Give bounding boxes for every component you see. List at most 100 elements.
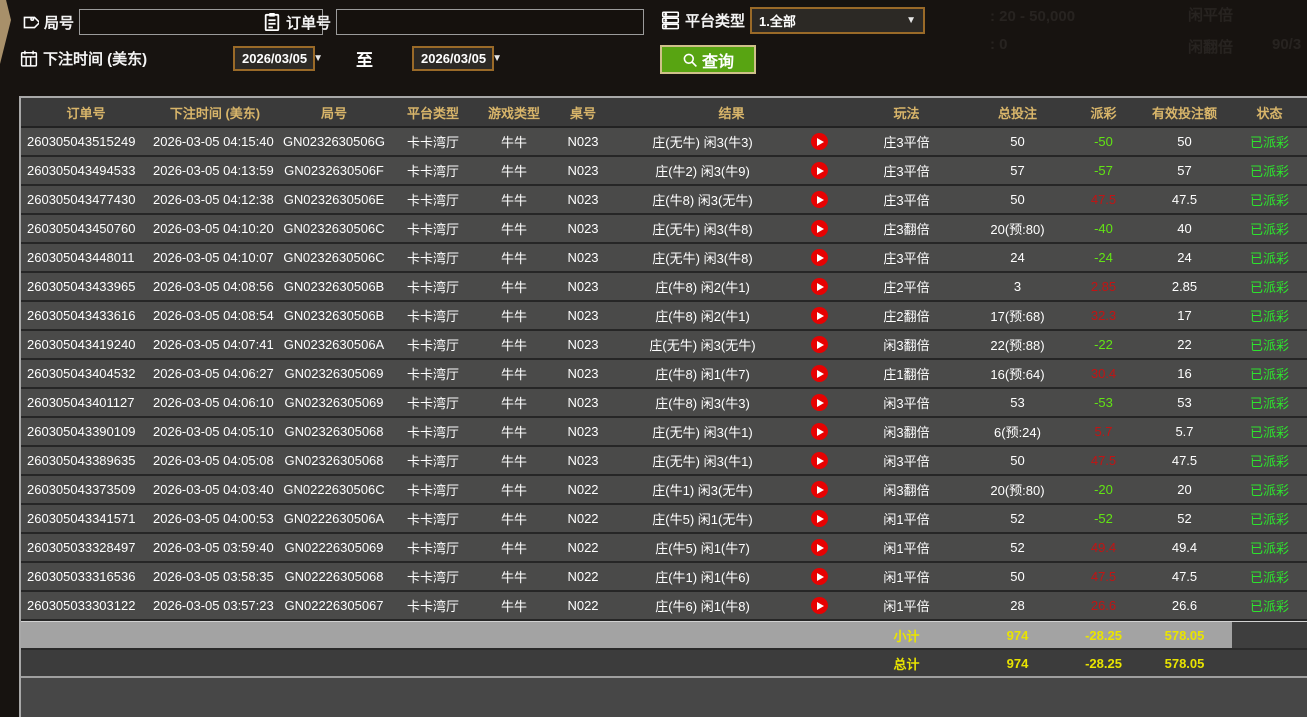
col-order-id: 订单号 xyxy=(21,98,151,126)
total-valid-bet: 578.05 xyxy=(1137,650,1232,676)
cell-status: 已派彩 xyxy=(1232,273,1307,300)
cell-order-id: 260305043450760 xyxy=(21,215,151,242)
bet-time-label: 下注时间 (美东) xyxy=(43,48,147,69)
cell-round-id: GN0222630506C xyxy=(279,476,389,503)
replay-video-icon[interactable] xyxy=(811,220,828,237)
cell-valid-bet: 52 xyxy=(1137,505,1232,532)
cell-game-type: 牛牛 xyxy=(477,418,551,445)
replay-video-icon[interactable] xyxy=(811,597,828,614)
table-row: 260305043419240 2026-03-05 04:07:41 GN02… xyxy=(21,331,1307,360)
game-no-label: 局号 xyxy=(44,12,74,33)
replay-video-icon[interactable] xyxy=(811,249,828,266)
cell-round-id: GN0232630506B xyxy=(279,273,389,300)
col-round-id: 局号 xyxy=(279,98,389,126)
cell-payout: -57 xyxy=(1070,157,1137,184)
replay-video-icon[interactable] xyxy=(811,278,828,295)
cell-bet-time: 2026-03-05 04:00:53 xyxy=(151,505,279,532)
table-row: 260305043341571 2026-03-05 04:00:53 GN02… xyxy=(21,505,1307,534)
col-total-bet: 总投注 xyxy=(965,98,1070,126)
col-valid-bet: 有效投注额 xyxy=(1137,98,1232,126)
query-button[interactable]: 查询 xyxy=(660,45,756,74)
calendar-icon xyxy=(20,49,38,68)
cell-round-id: GN0232630506E xyxy=(279,186,389,213)
replay-video-icon[interactable] xyxy=(811,481,828,498)
replay-video-icon[interactable] xyxy=(811,539,828,556)
cell-status: 已派彩 xyxy=(1232,447,1307,474)
replay-video-icon[interactable] xyxy=(811,423,828,440)
cell-bet-time: 2026-03-05 04:08:56 xyxy=(151,273,279,300)
subtotal-row: 小计 974 -28.25 578.05 xyxy=(21,621,1307,648)
chevron-down-icon: ▼ xyxy=(492,53,502,64)
col-result: 结果 xyxy=(615,98,848,126)
cell-table-no: N023 xyxy=(551,244,615,271)
cell-total-bet: 24 xyxy=(965,244,1070,271)
date-from-select[interactable]: 2026/03/05 ▼ xyxy=(233,46,315,71)
replay-video-icon[interactable] xyxy=(811,510,828,527)
order-no-input[interactable] xyxy=(336,9,644,35)
cell-round-id: GN02326305068 xyxy=(279,418,389,445)
cell-round-id: GN0232630506G xyxy=(279,128,389,155)
cell-order-id: 260305043401127 xyxy=(21,389,151,416)
table-row: 260305043390109 2026-03-05 04:05:10 GN02… xyxy=(21,418,1307,447)
replay-video-icon[interactable] xyxy=(811,568,828,585)
cell-status: 已派彩 xyxy=(1232,389,1307,416)
cell-bet-time: 2026-03-05 04:10:20 xyxy=(151,215,279,242)
replay-video-icon[interactable] xyxy=(811,336,828,353)
replay-video-icon[interactable] xyxy=(811,394,828,411)
cell-total-bet: 17(预:68) xyxy=(965,302,1070,329)
cell-bet-time: 2026-03-05 03:59:40 xyxy=(151,534,279,561)
total-total-bet: 974 xyxy=(965,650,1070,676)
cell-order-id: 260305043373509 xyxy=(21,476,151,503)
cell-total-bet: 28 xyxy=(965,592,1070,619)
cell-status: 已派彩 xyxy=(1232,331,1307,358)
cell-order-id: 260305043419240 xyxy=(21,331,151,358)
cell-payout: 30.4 xyxy=(1070,360,1137,387)
cell-payout: 5.7 xyxy=(1070,418,1137,445)
replay-video-icon[interactable] xyxy=(811,162,828,179)
query-button-label: 查询 xyxy=(702,48,734,72)
cell-status: 已派彩 xyxy=(1232,505,1307,532)
cell-play-type: 庄3平倍 xyxy=(848,186,965,213)
cell-bet-time: 2026-03-05 03:57:23 xyxy=(151,592,279,619)
cell-order-id: 260305043433965 xyxy=(21,273,151,300)
cell-platform: 卡卡湾厅 xyxy=(389,302,477,329)
table-header-row: 订单号 下注时间 (美东) 局号 平台类型 游戏类型 桌号 结果 玩法 总投注 … xyxy=(21,98,1307,128)
cell-total-bet: 16(预:64) xyxy=(965,360,1070,387)
table-row: 260305043404532 2026-03-05 04:06:27 GN02… xyxy=(21,360,1307,389)
cell-bet-time: 2026-03-05 04:05:10 xyxy=(151,418,279,445)
replay-video-icon[interactable] xyxy=(811,452,828,469)
cell-valid-bet: 49.4 xyxy=(1137,534,1232,561)
table-row: 260305043515249 2026-03-05 04:15:40 GN02… xyxy=(21,128,1307,157)
replay-video-icon[interactable] xyxy=(811,133,828,150)
cell-play-type: 闲1平倍 xyxy=(848,534,965,561)
cell-table-no: N023 xyxy=(551,360,615,387)
cell-valid-bet: 2.85 xyxy=(1137,273,1232,300)
cell-bet-time: 2026-03-05 04:12:38 xyxy=(151,186,279,213)
cell-bet-time: 2026-03-05 04:03:40 xyxy=(151,476,279,503)
cell-game-type: 牛牛 xyxy=(477,563,551,590)
replay-video-icon[interactable] xyxy=(811,307,828,324)
cell-game-type: 牛牛 xyxy=(477,331,551,358)
cell-result: 庄(无牛) 闲3(牛8) xyxy=(615,215,790,242)
cell-total-bet: 6(预:24) xyxy=(965,418,1070,445)
cell-result: 庄(牛8) 闲2(牛1) xyxy=(615,273,790,300)
date-to-select[interactable]: 2026/03/05 ▼ xyxy=(412,46,494,71)
cell-valid-bet: 20 xyxy=(1137,476,1232,503)
sidebar-collapse-handle[interactable] xyxy=(0,0,11,64)
platform-select[interactable]: 1.全部 ▼ xyxy=(750,7,925,34)
cell-valid-bet: 22 xyxy=(1137,331,1232,358)
cell-order-id: 260305043389635 xyxy=(21,447,151,474)
cell-platform: 卡卡湾厅 xyxy=(389,331,477,358)
cell-total-bet: 50 xyxy=(965,563,1070,590)
col-game-type: 游戏类型 xyxy=(477,98,551,126)
cell-round-id: GN02226305068 xyxy=(279,563,389,590)
cell-payout: -50 xyxy=(1070,128,1137,155)
background-ghost-tag1: 闲平倍 xyxy=(1188,4,1233,25)
subtotal-label: 小计 xyxy=(848,622,965,648)
cell-status: 已派彩 xyxy=(1232,186,1307,213)
replay-video-icon[interactable] xyxy=(811,191,828,208)
replay-video-icon[interactable] xyxy=(811,365,828,382)
date-range-to-label: 至 xyxy=(356,46,373,71)
cell-game-type: 牛牛 xyxy=(477,302,551,329)
cell-valid-bet: 24 xyxy=(1137,244,1232,271)
